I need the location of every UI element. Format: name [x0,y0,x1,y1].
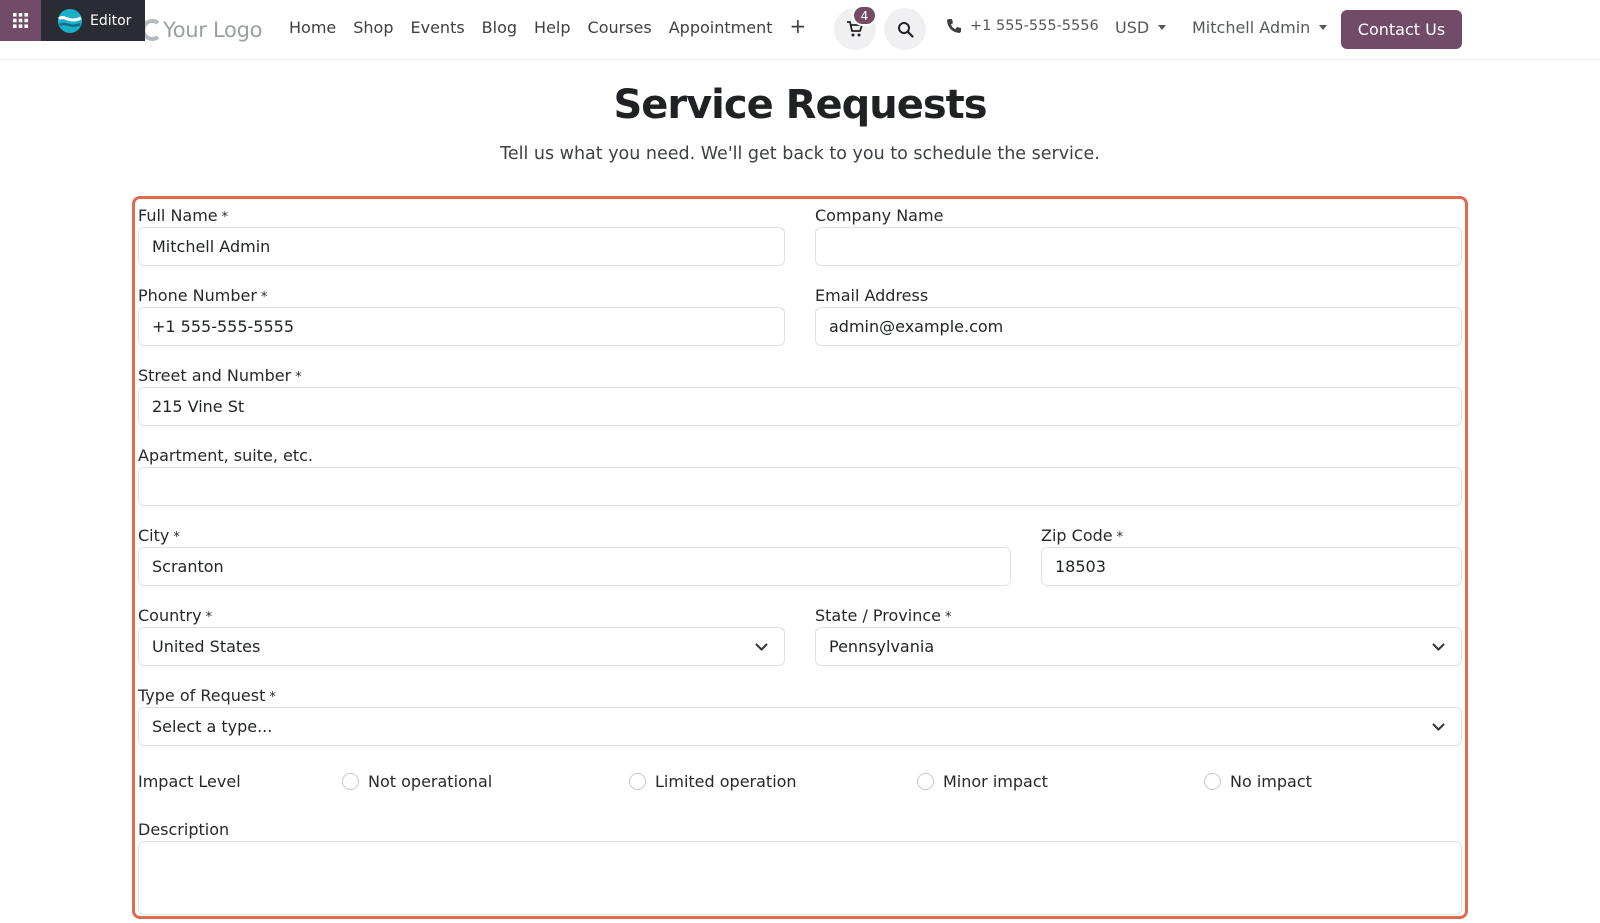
state-value: Pennsylvania [829,637,935,656]
search-icon [897,21,914,38]
apartment-label: Apartment, suite, etc. [138,446,313,465]
required-marker: * [1116,530,1124,545]
zip-code-input[interactable]: 18503 [1041,547,1462,586]
country-value: United States [152,637,261,656]
zip-code-value: 18503 [1055,557,1106,576]
editor-label: Editor [90,12,132,29]
nav-add-button[interactable]: + [789,16,806,37]
caret-down-icon [1319,25,1328,30]
request-type-select[interactable]: Select a type... [138,707,1462,746]
state-select[interactable]: Pennsylvania [815,627,1462,666]
city-input[interactable]: Scranton [138,547,1011,586]
impact-radio-minor-impact[interactable]: Minor impact [917,772,1048,791]
impact-radio-no-impact[interactable]: No impact [1204,772,1312,791]
nav-help[interactable]: Help [534,18,570,37]
country-label-text: Country [138,606,202,625]
radio-circle-icon[interactable] [917,773,934,790]
search-button[interactable] [884,8,926,50]
user-menu[interactable]: Mitchell Admin [1192,18,1328,37]
state-label: State / Province * [815,606,952,625]
required-marker: * [945,610,952,625]
phone-number-label-text: Phone Number [138,286,257,305]
nav-courses[interactable]: Courses [588,18,652,37]
user-name: Mitchell Admin [1192,18,1311,37]
city-label: City * [138,526,180,545]
impact-option-label: Limited operation [655,772,797,791]
radio-circle-icon[interactable] [1204,773,1221,790]
page-subtitle: Tell us what you need. We'll get back to… [500,144,1100,164]
required-marker: * [173,530,180,545]
chevron-down-icon [755,642,768,651]
email-value: admin@example.com [829,317,1004,336]
company-name-input[interactable] [815,227,1462,266]
state-label-text: State / Province [815,606,941,625]
country-label: Country * [138,606,212,625]
contact-us-button[interactable]: Contact Us [1341,10,1462,49]
required-marker: * [205,610,213,625]
phone-number-text: +1 555-555-5556 [970,18,1099,34]
country-select[interactable]: United States [138,627,785,666]
caret-down-icon [1158,25,1167,30]
impact-option-label: Minor impact [943,772,1048,791]
page-title: Service Requests [613,82,987,128]
impact-radio-not-operational[interactable]: Not operational [342,772,492,791]
impact-option-label: Not operational [368,772,493,791]
nav-appointment[interactable]: Appointment [669,18,773,37]
nav-blog[interactable]: Blog [482,18,517,37]
city-label-text: City [138,526,170,545]
header-phone[interactable]: +1 555-555-5556 [946,18,1099,34]
site-header: Your Logo Home Shop Events Blog Help Cou… [0,0,1600,60]
site-logo[interactable]: Your Logo [142,14,262,46]
chevron-down-icon [1432,642,1445,651]
required-marker: * [221,210,229,225]
nav-home[interactable]: Home [289,18,336,37]
description-label: Description [138,820,230,839]
main-nav: Home Shop Events Blog Help Courses Appoi… [289,16,806,37]
radio-circle-icon[interactable] [342,773,359,790]
phone-number-value: +1 555-555-5555 [152,317,295,336]
phone-icon [947,19,961,33]
street-input[interactable]: 215 Vine St [138,387,1462,426]
email-input[interactable]: admin@example.com [815,307,1462,346]
chevron-down-icon [1432,722,1445,731]
zip-code-label: Zip Code * [1041,526,1123,545]
street-label-text: Street and Number [138,366,292,385]
radio-circle-icon[interactable] [629,773,646,790]
request-type-value: Select a type... [152,717,273,736]
impact-level-label: Impact Level [138,772,241,791]
full-name-label-text: Full Name [138,206,218,225]
request-type-label-text: Type of Request [138,686,266,705]
street-value: 215 Vine St [152,397,245,416]
required-marker: * [269,690,276,705]
impact-option-label: No impact [1230,772,1312,791]
full-name-value: Mitchell Admin [152,237,271,256]
apps-grid-icon [13,13,28,28]
logo-text: Your Logo [163,18,263,42]
editor-badge: Editor [0,0,145,41]
cart-count-badge: 4 [852,5,877,26]
email-label: Email Address [815,286,929,305]
editor-button[interactable]: Editor [41,0,145,41]
currency-label: USD [1115,18,1150,37]
street-label: Street and Number * [138,366,302,385]
nav-shop[interactable]: Shop [353,18,393,37]
phone-number-input[interactable]: +1 555-555-5555 [138,307,785,346]
impact-radio-limited-operation[interactable]: Limited operation [629,772,797,791]
full-name-label: Full Name * [138,206,228,225]
city-value: Scranton [152,557,224,576]
required-marker: * [260,290,268,305]
required-marker: * [295,370,302,385]
currency-dropdown[interactable]: USD [1115,18,1167,37]
phone-number-label: Phone Number * [138,286,267,305]
nav-events[interactable]: Events [411,18,465,37]
zip-code-label-text: Zip Code [1041,526,1113,545]
apartment-input[interactable] [138,467,1462,506]
request-type-label: Type of Request * [138,686,276,705]
description-textarea[interactable] [138,841,1462,915]
company-name-label: Company Name [815,206,944,225]
full-name-input[interactable]: Mitchell Admin [138,227,785,266]
odoo-logo-icon [57,8,82,33]
apps-menu-button[interactable] [0,0,41,41]
